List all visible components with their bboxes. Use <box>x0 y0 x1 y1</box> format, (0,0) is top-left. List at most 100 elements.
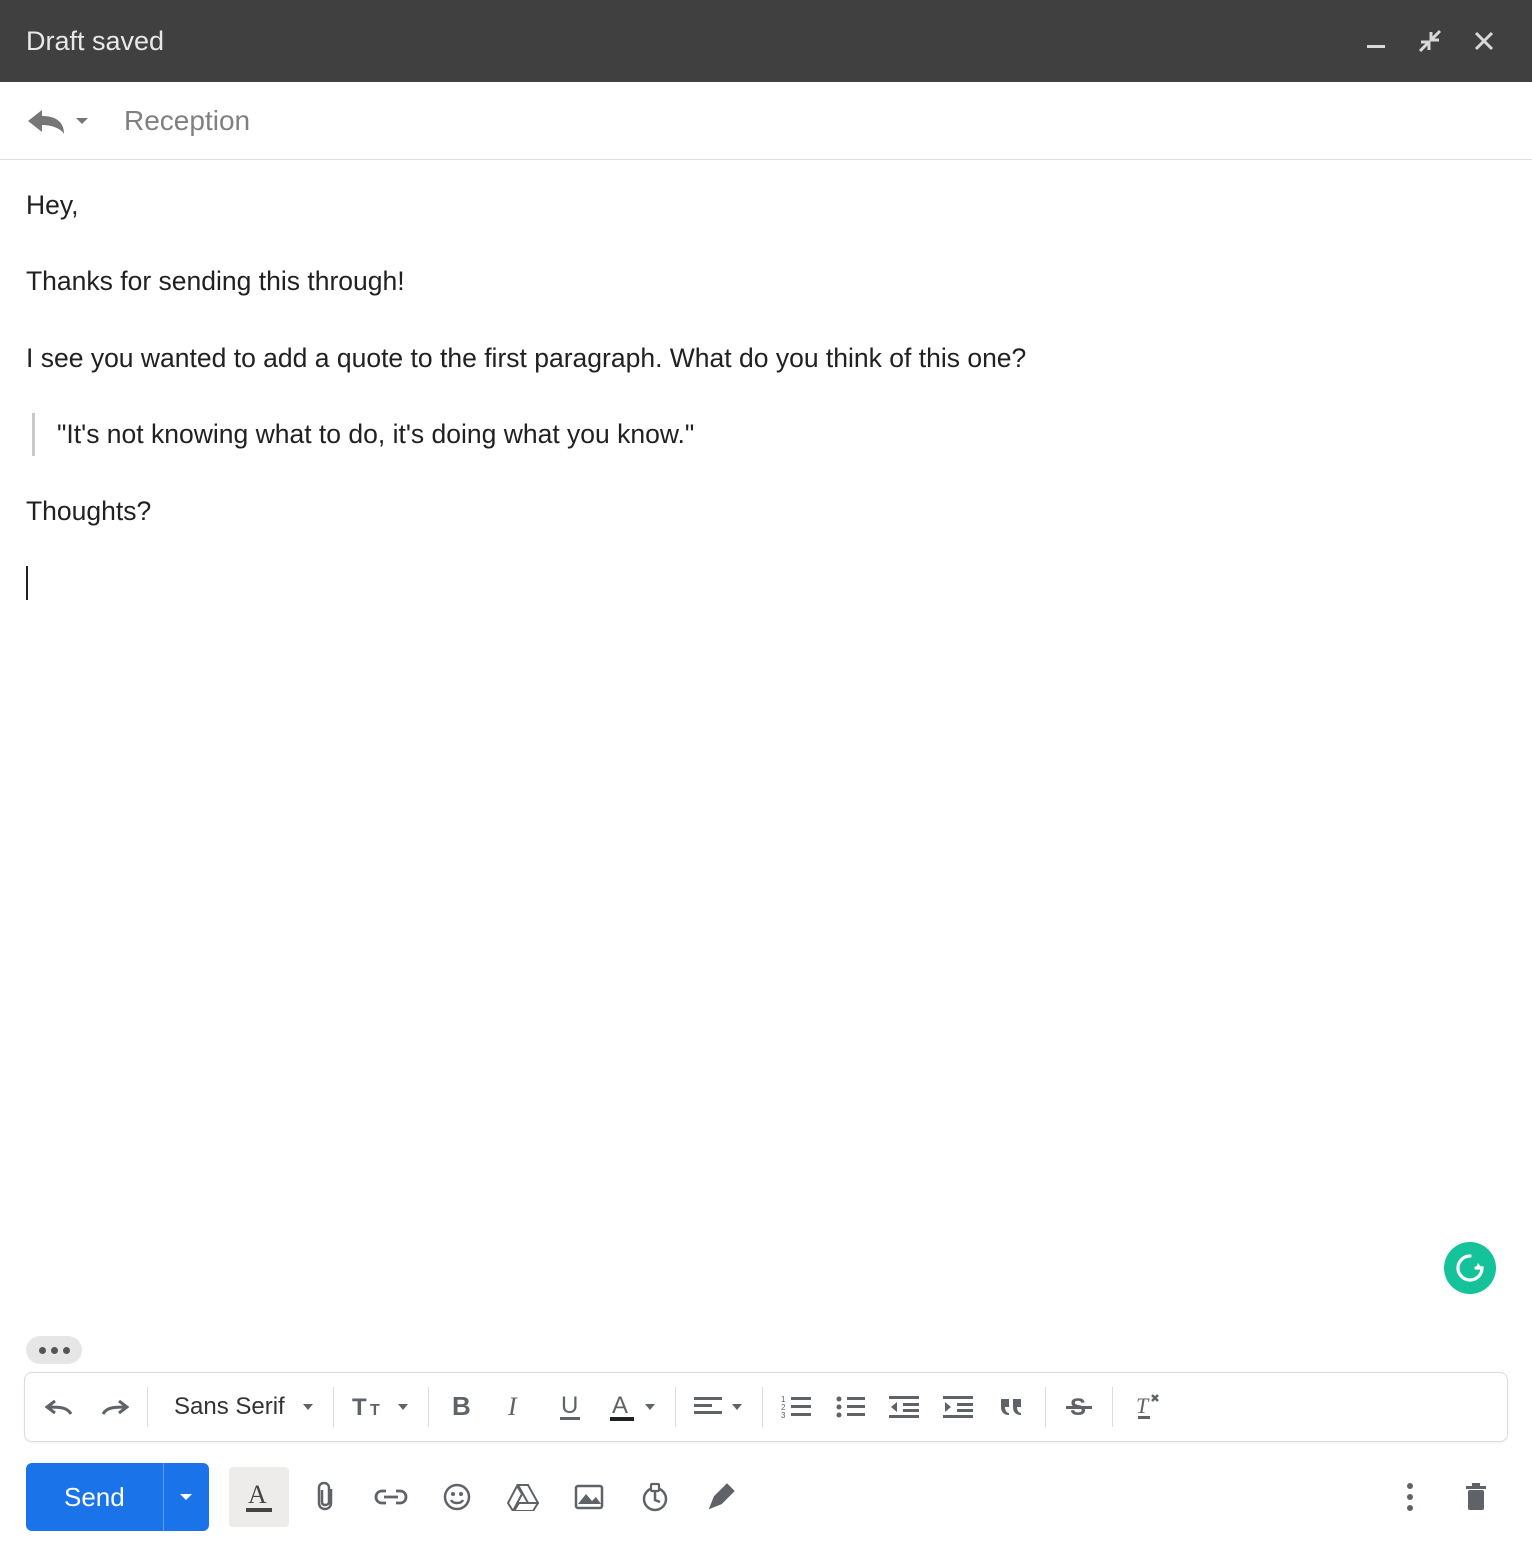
send-options-button[interactable] <box>163 1463 209 1531</box>
caret-down-icon <box>178 1491 194 1503</box>
confidential-icon <box>640 1482 670 1512</box>
italic-icon: I <box>504 1393 528 1421</box>
send-split-button: Send <box>26 1463 209 1531</box>
svg-text:U: U <box>561 1392 578 1419</box>
window-title: Draft saved <box>26 26 164 57</box>
quote-button[interactable] <box>985 1377 1039 1437</box>
svg-text:T: T <box>352 1394 367 1421</box>
attach-button[interactable] <box>295 1467 355 1527</box>
blockquote: "It's not knowing what to do, it's doing… <box>32 413 1506 455</box>
body-line: I see you wanted to add a quote to the f… <box>26 337 1506 379</box>
quote-icon <box>998 1395 1026 1419</box>
text-color-button[interactable]: A <box>597 1377 669 1437</box>
bold-icon: B <box>450 1393 474 1421</box>
strikethrough-button[interactable]: S <box>1052 1377 1106 1437</box>
insert-emoji-button[interactable] <box>427 1467 487 1527</box>
indent-more-button[interactable] <box>931 1377 985 1437</box>
underline-button[interactable]: U <box>543 1377 597 1437</box>
caret-down-icon <box>730 1402 744 1412</box>
subject-row: Reception <box>0 82 1532 160</box>
text-format-icon: A <box>245 1481 273 1513</box>
paperclip-icon <box>313 1481 337 1513</box>
indent-less-button[interactable] <box>877 1377 931 1437</box>
text-cursor <box>26 566 28 600</box>
discard-draft-button[interactable] <box>1446 1467 1506 1527</box>
minimize-button[interactable] <box>1354 19 1398 63</box>
bold-button[interactable]: B <box>435 1377 489 1437</box>
separator <box>1045 1387 1046 1427</box>
separator <box>762 1387 763 1427</box>
image-icon <box>574 1484 604 1510</box>
svg-text:B: B <box>452 1393 471 1421</box>
pen-icon <box>707 1483 735 1511</box>
message-body[interactable]: Hey, Thanks for sending this through! I … <box>0 160 1532 1336</box>
align-icon <box>694 1395 722 1419</box>
indent-more-icon <box>943 1395 973 1419</box>
formatting-options-button[interactable]: A <box>229 1467 289 1527</box>
insert-signature-button[interactable] <box>691 1467 751 1527</box>
remove-format-button[interactable]: T <box>1119 1377 1173 1437</box>
body-line: Hey, <box>26 184 1506 226</box>
strikethrough-icon: S <box>1066 1393 1092 1421</box>
numbered-list-icon: 123 <box>781 1395 811 1419</box>
separator <box>428 1387 429 1427</box>
svg-text:I: I <box>507 1393 518 1421</box>
action-row: Send A <box>0 1442 1532 1552</box>
remove-format-icon: T <box>1132 1393 1160 1421</box>
body-line: Thanks for sending this through! <box>26 260 1506 302</box>
titlebar: Draft saved <box>0 0 1532 82</box>
drive-icon <box>507 1483 539 1511</box>
svg-text:A: A <box>248 1481 267 1509</box>
bulleted-list-icon <box>835 1395 865 1419</box>
quote-text: "It's not knowing what to do, it's doing… <box>57 419 694 449</box>
format-toolbar: Sans Serif TT B I U A 123 <box>24 1372 1508 1442</box>
separator <box>333 1387 334 1427</box>
font-family-button[interactable]: Sans Serif <box>154 1377 327 1437</box>
undo-button[interactable] <box>33 1377 87 1437</box>
svg-text:A: A <box>612 1392 628 1419</box>
undo-icon <box>45 1397 75 1417</box>
reply-type-button[interactable] <box>26 106 90 136</box>
bulleted-list-button[interactable] <box>823 1377 877 1437</box>
numbered-list-button[interactable]: 123 <box>769 1377 823 1437</box>
send-button[interactable]: Send <box>26 1463 163 1531</box>
svg-text:3: 3 <box>781 1411 786 1419</box>
italic-button[interactable]: I <box>489 1377 543 1437</box>
reply-icon <box>26 106 66 136</box>
separator <box>1112 1387 1113 1427</box>
link-icon <box>374 1487 408 1507</box>
caret-down-icon <box>396 1402 410 1412</box>
popout-button[interactable] <box>1408 19 1452 63</box>
confidential-mode-button[interactable] <box>625 1467 685 1527</box>
trash-icon <box>1464 1482 1488 1512</box>
caret-down-icon <box>74 115 90 127</box>
emoji-icon <box>442 1482 472 1512</box>
font-size-icon: TT <box>352 1393 388 1421</box>
close-button[interactable] <box>1462 19 1506 63</box>
insert-drive-button[interactable] <box>493 1467 553 1527</box>
redo-button[interactable] <box>87 1377 141 1437</box>
svg-text:T: T <box>370 1402 380 1419</box>
insert-link-button[interactable] <box>361 1467 421 1527</box>
separator <box>675 1387 676 1427</box>
body-line: Thoughts? <box>26 490 1506 532</box>
separator <box>147 1387 148 1427</box>
grammarly-badge[interactable] <box>1444 1242 1496 1294</box>
caret-down-icon <box>301 1402 315 1412</box>
show-trimmed-button[interactable] <box>26 1336 82 1364</box>
insert-photo-button[interactable] <box>559 1467 619 1527</box>
font-size-button[interactable]: TT <box>340 1377 422 1437</box>
redo-icon <box>99 1397 129 1417</box>
kebab-icon <box>1406 1482 1414 1512</box>
underline-icon: U <box>558 1392 582 1422</box>
subject-text[interactable]: Reception <box>124 105 250 137</box>
grammarly-icon <box>1454 1252 1486 1284</box>
more-options-button[interactable] <box>1380 1467 1440 1527</box>
indent-less-icon <box>889 1395 919 1419</box>
text-color-icon: A <box>609 1392 635 1422</box>
svg-text:T: T <box>1136 1393 1150 1418</box>
ellipsis-icon <box>39 1347 70 1354</box>
font-name: Sans Serif <box>166 1393 293 1421</box>
align-button[interactable] <box>682 1377 756 1437</box>
caret-down-icon <box>643 1402 657 1412</box>
